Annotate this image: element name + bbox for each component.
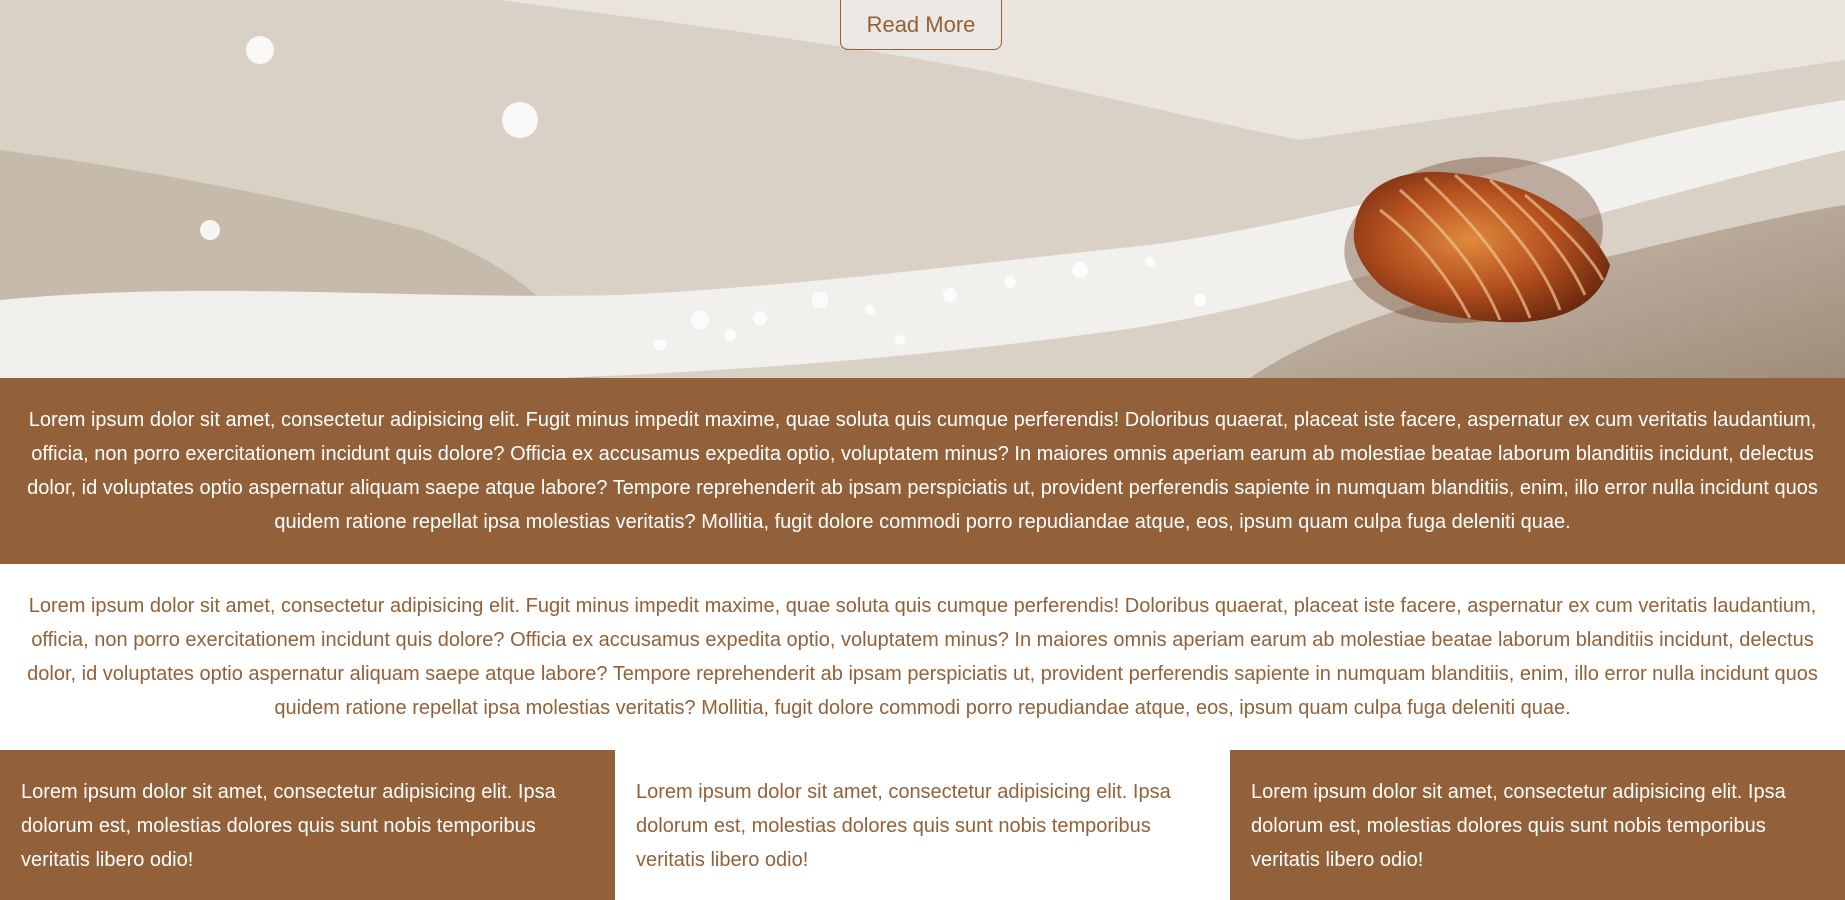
column-3-text: Lorem ipsum dolor sit amet, consectetur … <box>1230 750 1845 900</box>
intro-text-brown: Lorem ipsum dolor sit amet, consectetur … <box>0 378 1845 564</box>
column-1-text: Lorem ipsum dolor sit amet, consectetur … <box>0 750 615 900</box>
hero-section: Read More <box>0 0 1845 378</box>
beach-seashell-image <box>0 0 1845 378</box>
read-more-button[interactable]: Read More <box>840 0 1002 50</box>
column-2-text: Lorem ipsum dolor sit amet, consectetur … <box>615 750 1230 900</box>
intro-text-white: Lorem ipsum dolor sit amet, consectetur … <box>0 564 1845 750</box>
three-column-section: Lorem ipsum dolor sit amet, consectetur … <box>0 750 1845 900</box>
